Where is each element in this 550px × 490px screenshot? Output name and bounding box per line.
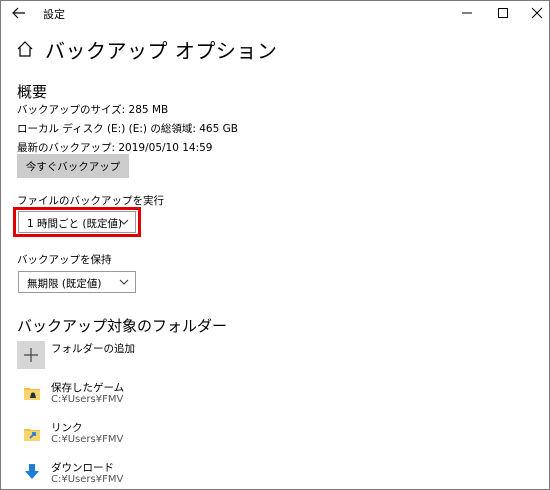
highlight-frame — [13, 207, 141, 237]
add-folder-label[interactable]: フォルダーの追加 — [51, 341, 135, 356]
folder-item-name[interactable]: リンク — [51, 420, 83, 435]
keep-backup-label: バックアップを保持 — [17, 254, 112, 266]
chevron-down-icon — [119, 279, 129, 285]
maximize-icon[interactable] — [487, 1, 519, 25]
window-title: 設定 — [43, 8, 65, 21]
folder-item-name[interactable]: 保存したゲーム — [51, 380, 124, 395]
page-title: バックアップ オプション — [45, 39, 278, 63]
close-icon[interactable] — [521, 1, 550, 25]
keep-backup-value: 無期限 (既定値) — [27, 278, 102, 290]
saved-games-folder-icon — [24, 388, 40, 400]
run-backup-label: ファイルのバックアップを実行 — [17, 195, 164, 207]
folder-item-path: C:¥Users¥FMV — [51, 394, 124, 405]
back-arrow-icon[interactable] — [11, 5, 27, 21]
folder-item-path: C:¥Users¥FMV — [51, 474, 124, 485]
folder-item-name[interactable]: ダウンロード — [51, 460, 114, 475]
links-folder-icon — [24, 429, 40, 441]
download-arrow-icon — [25, 464, 39, 479]
title-bar: 設定 — [1, 1, 549, 25]
folder-item-path: C:¥Users¥FMV — [51, 434, 124, 445]
folders-heading: バックアップ対象のフォルダー — [17, 317, 228, 335]
disk-total-text: ローカル ディスク (E:) (E:) の総領域: 465 GB — [17, 123, 238, 135]
backup-size-text: バックアップのサイズ: 285 MB — [17, 104, 169, 116]
overview-heading: 概要 — [17, 83, 48, 101]
backup-now-button[interactable]: 今すぐバックアップ — [17, 154, 129, 178]
minimize-icon[interactable] — [451, 1, 483, 25]
home-icon[interactable] — [15, 39, 35, 59]
keep-backup-select[interactable]: 無期限 (既定値) — [18, 271, 136, 293]
add-folder-button[interactable] — [17, 341, 45, 369]
latest-backup-text: 最新のバックアップ: 2019/05/10 14:59 — [17, 142, 213, 154]
plus-icon — [24, 348, 38, 362]
settings-window: 設定 バックアップ オプション 概要 バックアップのサイズ: 285 MB ロー… — [0, 0, 550, 490]
